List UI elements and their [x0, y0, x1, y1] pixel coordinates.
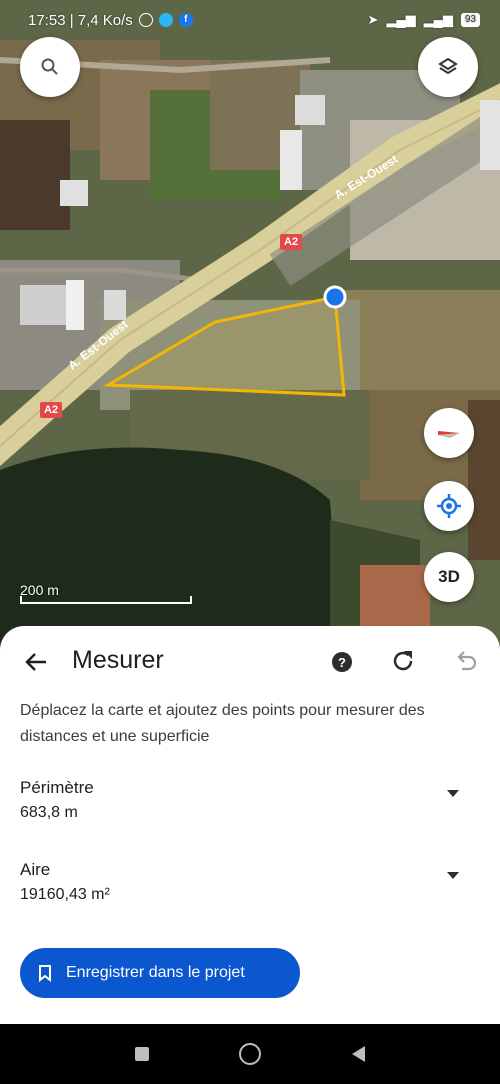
- facebook-icon: f: [178, 13, 193, 27]
- help-button[interactable]: ?: [330, 650, 354, 674]
- layers-icon: [438, 57, 458, 75]
- alarm-icon: [138, 13, 153, 27]
- search-icon: [41, 58, 58, 75]
- 3d-toggle-button[interactable]: 3D: [424, 552, 474, 602]
- compass-icon: [438, 431, 460, 438]
- signal-icon-2: ▂▄▆: [423, 12, 453, 27]
- area-label: Aire: [20, 860, 51, 879]
- perimeter-value: 683,8 m: [20, 804, 78, 821]
- system-nav-bar: [0, 1024, 500, 1084]
- measure-sheet: Mesurer ? Déplacez la carte et ajoutez d…: [0, 626, 500, 1024]
- svg-text:?: ?: [338, 655, 346, 670]
- save-to-project-button[interactable]: Enregistrer dans le projet: [20, 948, 300, 998]
- search-button[interactable]: [20, 37, 80, 97]
- chevron-down-icon[interactable]: [446, 870, 460, 880]
- sheet-title: Mesurer: [72, 646, 164, 674]
- my-location-icon: [437, 494, 461, 518]
- signal-icon: ▂▄▆: [386, 12, 416, 27]
- highway-shield: A2: [280, 234, 303, 250]
- satellite-map[interactable]: A. Est-Ouest A. Est-Ouest A2 A2 200 m: [0, 0, 500, 650]
- reset-button[interactable]: [390, 648, 416, 674]
- status-bar: 17:53 | 7,4 Ko/s f ➤ ▂▄▆ ▂▄▆ 93: [0, 0, 500, 40]
- layers-button[interactable]: [418, 37, 478, 97]
- battery-icon: 93: [460, 13, 480, 27]
- location-icon: ➤: [367, 12, 379, 27]
- messenger-icon: [158, 13, 173, 27]
- undo-button[interactable]: [452, 648, 478, 674]
- undo-icon: [457, 651, 477, 671]
- map-terrain: [0, 0, 500, 650]
- perimeter-row[interactable]: Périmètre 683,8 m: [20, 778, 460, 822]
- arrow-back-icon: [25, 653, 46, 671]
- bookmark-icon: [39, 965, 51, 982]
- area-value: 19160,43 m²: [20, 886, 110, 903]
- scale-bar: [20, 596, 192, 604]
- measure-point[interactable]: [323, 285, 347, 309]
- compass-button[interactable]: [424, 408, 474, 458]
- my-location-button[interactable]: [424, 481, 474, 531]
- help-icon: ?: [332, 652, 352, 672]
- instructions-text: Déplacez la carte et ajoutez des points …: [20, 702, 425, 745]
- back-icon[interactable]: [351, 1046, 365, 1062]
- perimeter-label: Périmètre: [20, 778, 94, 797]
- recent-apps-icon[interactable]: [135, 1047, 150, 1061]
- refresh-icon: [393, 651, 413, 671]
- chevron-down-icon[interactable]: [446, 788, 460, 798]
- sheet-header: Mesurer ?: [0, 626, 500, 698]
- highway-shield: A2: [40, 402, 63, 418]
- area-row[interactable]: Aire 19160,43 m²: [20, 860, 460, 904]
- status-time: 17:53 | 7,4 Ko/s: [28, 11, 133, 29]
- save-button-label: Enregistrer dans le projet: [66, 964, 245, 981]
- home-icon[interactable]: [239, 1043, 262, 1065]
- back-button[interactable]: [20, 646, 52, 678]
